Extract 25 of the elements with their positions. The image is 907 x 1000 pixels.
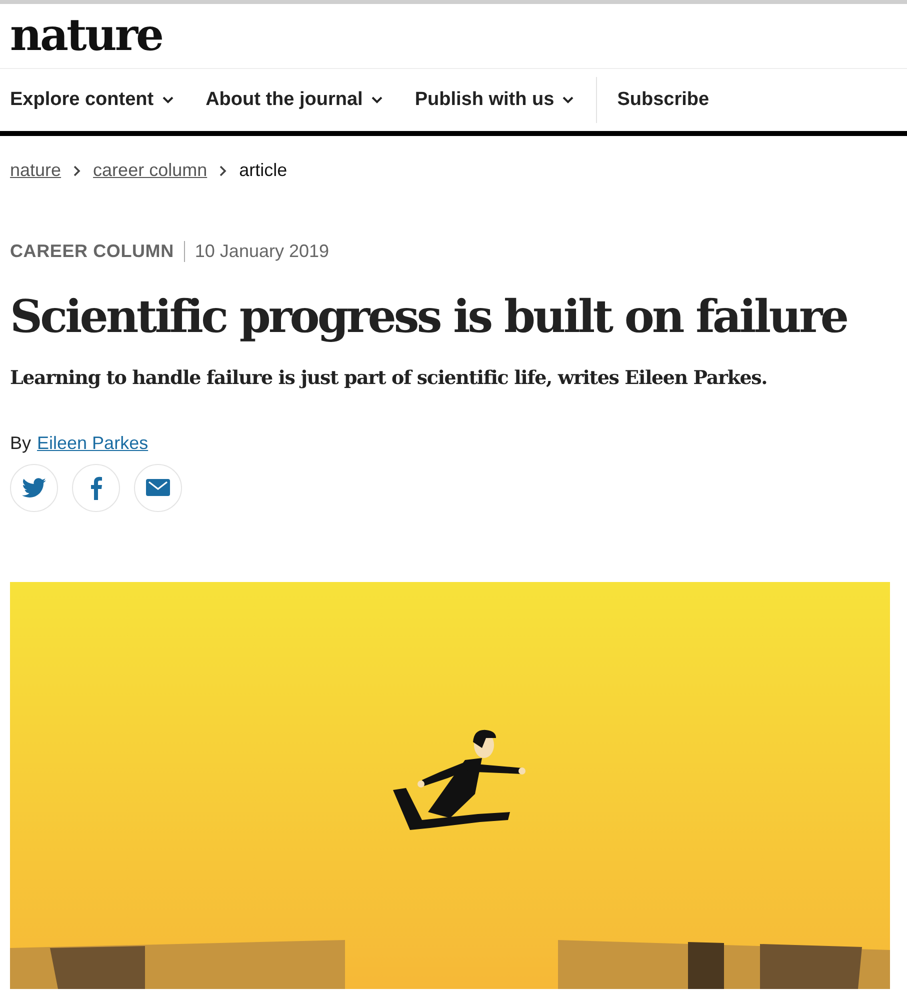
nav-menu-item[interactable]: Subscribe [617, 89, 710, 111]
chevron-right-icon [219, 164, 228, 176]
share-button[interactable] [72, 464, 120, 512]
chevron-down-icon [370, 96, 383, 104]
chevron-down-icon [162, 96, 174, 104]
share-button[interactable] [134, 464, 182, 512]
breadcrumb-current: article [239, 160, 288, 181]
byline-label: By [10, 432, 32, 454]
share-button[interactable] [10, 464, 58, 512]
breadcrumb-link[interactable]: career column [93, 160, 208, 181]
chevron-down-icon [562, 96, 574, 104]
author-link[interactable]: Eileen Parkes [37, 432, 148, 454]
nav-menu-item[interactable]: About the journal [206, 89, 383, 111]
nav-menu-item[interactable]: Explore content [10, 89, 174, 111]
article-category: CAREER COLUMN [10, 241, 185, 262]
article-title: Scientific progress is built on failure [10, 289, 847, 345]
breadcrumb-link[interactable]: nature [10, 160, 62, 181]
site-logo[interactable]: nature [10, 14, 162, 58]
facebook-icon [90, 476, 102, 500]
chevron-right-icon [73, 164, 82, 176]
bird-icon [22, 478, 46, 498]
article-date: 10 January 2019 [194, 241, 330, 262]
article-standfirst: Learning to handle failure is just part of scientific life, writes Eileen Parkes. [10, 366, 768, 388]
nav-menu-item[interactable]: Publish with us [414, 89, 574, 111]
envelope-icon [146, 479, 170, 496]
